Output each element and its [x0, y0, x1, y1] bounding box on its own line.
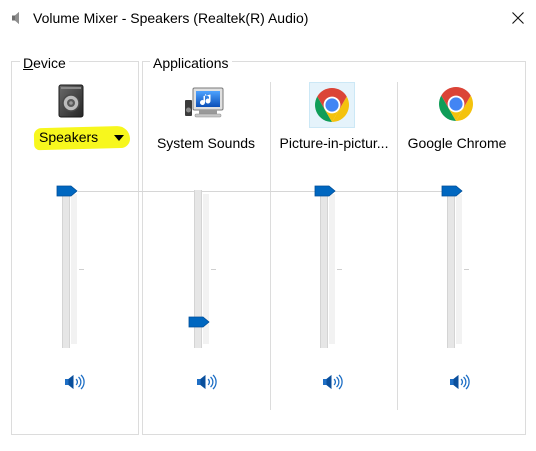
speaker-device-icon [58, 84, 84, 118]
volume-slider-device[interactable] [55, 184, 85, 352]
app-label-picture-in-picture: Picture-in-pictur... [279, 135, 389, 151]
focused-icon-frame [309, 82, 355, 128]
volume-slider-google-chrome[interactable] [440, 184, 470, 352]
volume-slider-picture-in-picture[interactable] [313, 184, 343, 352]
slider-track-shade [71, 194, 77, 344]
volume-icon [197, 374, 217, 390]
slider-thumb[interactable] [441, 185, 463, 197]
slider-track-shade [456, 194, 462, 344]
mute-button-device[interactable] [63, 372, 85, 392]
close-button[interactable] [500, 0, 536, 36]
slider-thumb[interactable] [188, 316, 210, 328]
app-label-system-sounds: System Sounds [156, 135, 256, 151]
volume-icon [450, 374, 470, 390]
dropdown-arrow-icon [114, 135, 124, 141]
volume-icon [323, 374, 343, 390]
slider-tick [337, 269, 342, 270]
mute-button-picture-in-picture[interactable] [321, 372, 343, 392]
title-bar: Volume Mixer - Speakers (Realtek(R) Audi… [0, 0, 536, 36]
slider-track [62, 190, 70, 348]
slider-track [320, 190, 328, 348]
device-group-label: Device [20, 55, 69, 71]
volume-icon [65, 374, 85, 390]
slider-tick [464, 269, 469, 270]
speaker-icon [12, 12, 19, 24]
slider-track [447, 190, 455, 348]
device-name: Speakers [39, 129, 99, 145]
mute-button-google-chrome[interactable] [448, 372, 470, 392]
close-icon [512, 12, 524, 24]
mute-button-system-sounds[interactable] [195, 372, 217, 392]
app-label-google-chrome: Google Chrome [407, 135, 507, 151]
slider-thumb[interactable] [314, 185, 336, 197]
applications-group-label: Applications [150, 55, 232, 71]
slider-tick [79, 269, 84, 270]
slider-tick [211, 269, 216, 270]
window-title: Volume Mixer - Speakers (Realtek(R) Audi… [33, 10, 309, 26]
level-connector-line [78, 191, 460, 192]
column-divider [397, 82, 398, 410]
volume-slider-system-sounds[interactable] [187, 184, 217, 352]
system-sounds-icon [185, 87, 224, 118]
chrome-icon [315, 88, 349, 122]
slider-track-shade [329, 194, 335, 344]
device-dropdown[interactable]: Speakers [33, 125, 131, 151]
column-divider [270, 82, 271, 410]
slider-thumb[interactable] [56, 185, 78, 197]
chrome-icon [439, 87, 473, 121]
